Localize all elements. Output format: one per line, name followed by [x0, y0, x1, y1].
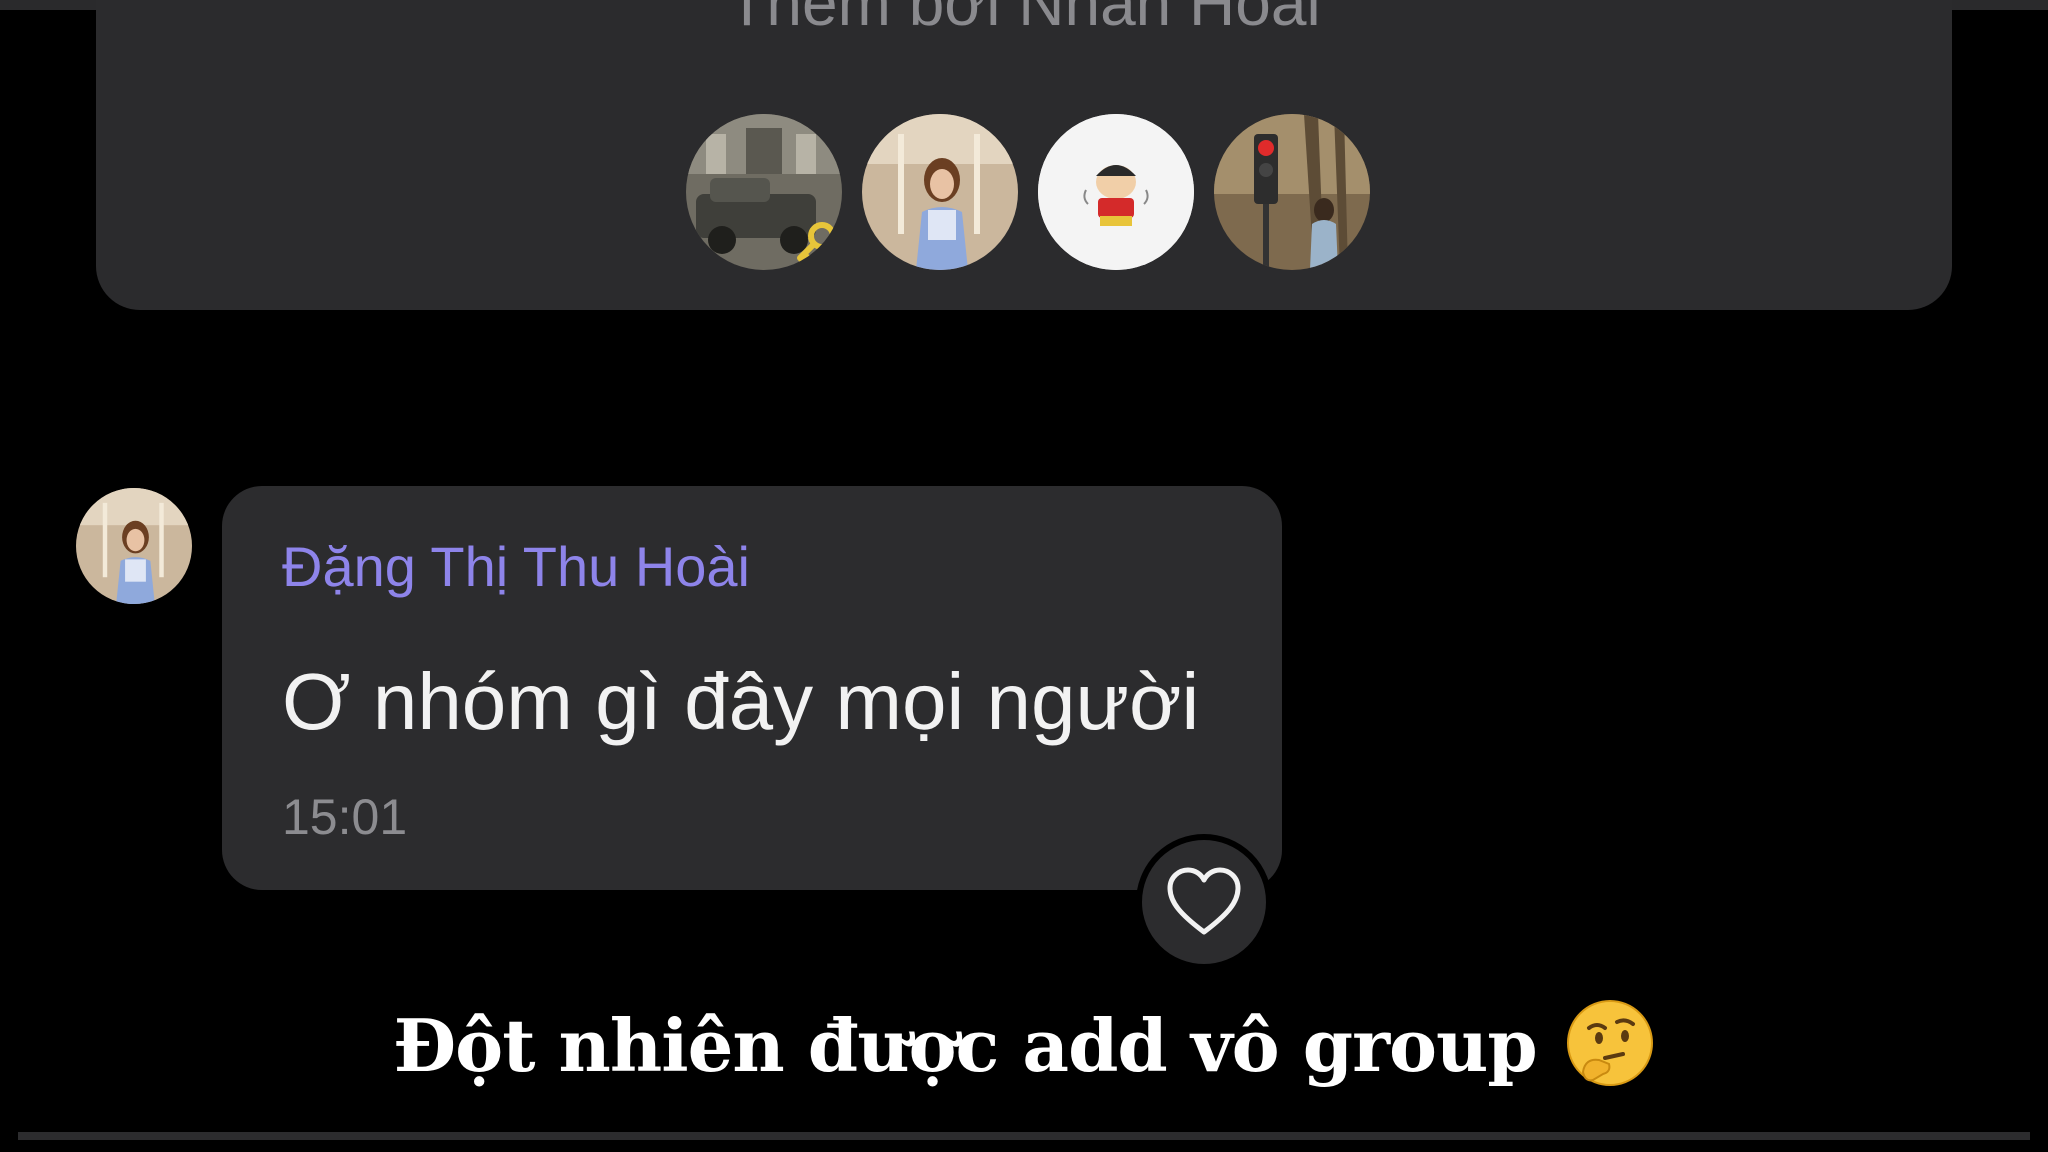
- heart-react-button[interactable]: [1136, 834, 1272, 970]
- member-avatar-girl[interactable]: [862, 114, 1018, 270]
- heart-icon: [1167, 867, 1241, 935]
- member-avatar-cartoon[interactable]: [1038, 114, 1194, 270]
- message-time: 15:01: [282, 789, 408, 845]
- key-icon: [797, 222, 836, 265]
- group-card-title: Thêm bởi Nhàn Hoài: [727, 0, 1321, 39]
- message-text: Ơ nhóm gì đây mọi người: [282, 657, 1200, 746]
- bottom-divider: [18, 1132, 2030, 1140]
- sender-avatar[interactable]: [76, 488, 192, 604]
- member-avatar-street[interactable]: [1214, 114, 1370, 270]
- message-bubble[interactable]: Đặng Thị Thu Hoài Ơ nhóm gì đây mọi ngườ…: [222, 486, 1282, 890]
- member-avatar-car[interactable]: [686, 114, 842, 270]
- sender-name[interactable]: Đặng Thị Thu Hoài: [282, 534, 750, 599]
- thinking-face-icon: [1565, 998, 1655, 1093]
- caption-text: Đột nhiên được add vô group: [393, 1002, 1537, 1088]
- group-info-card: Thêm bởi Nhàn Hoài: [96, 0, 1952, 310]
- video-caption: Đột nhiên được add vô group: [0, 990, 2048, 1100]
